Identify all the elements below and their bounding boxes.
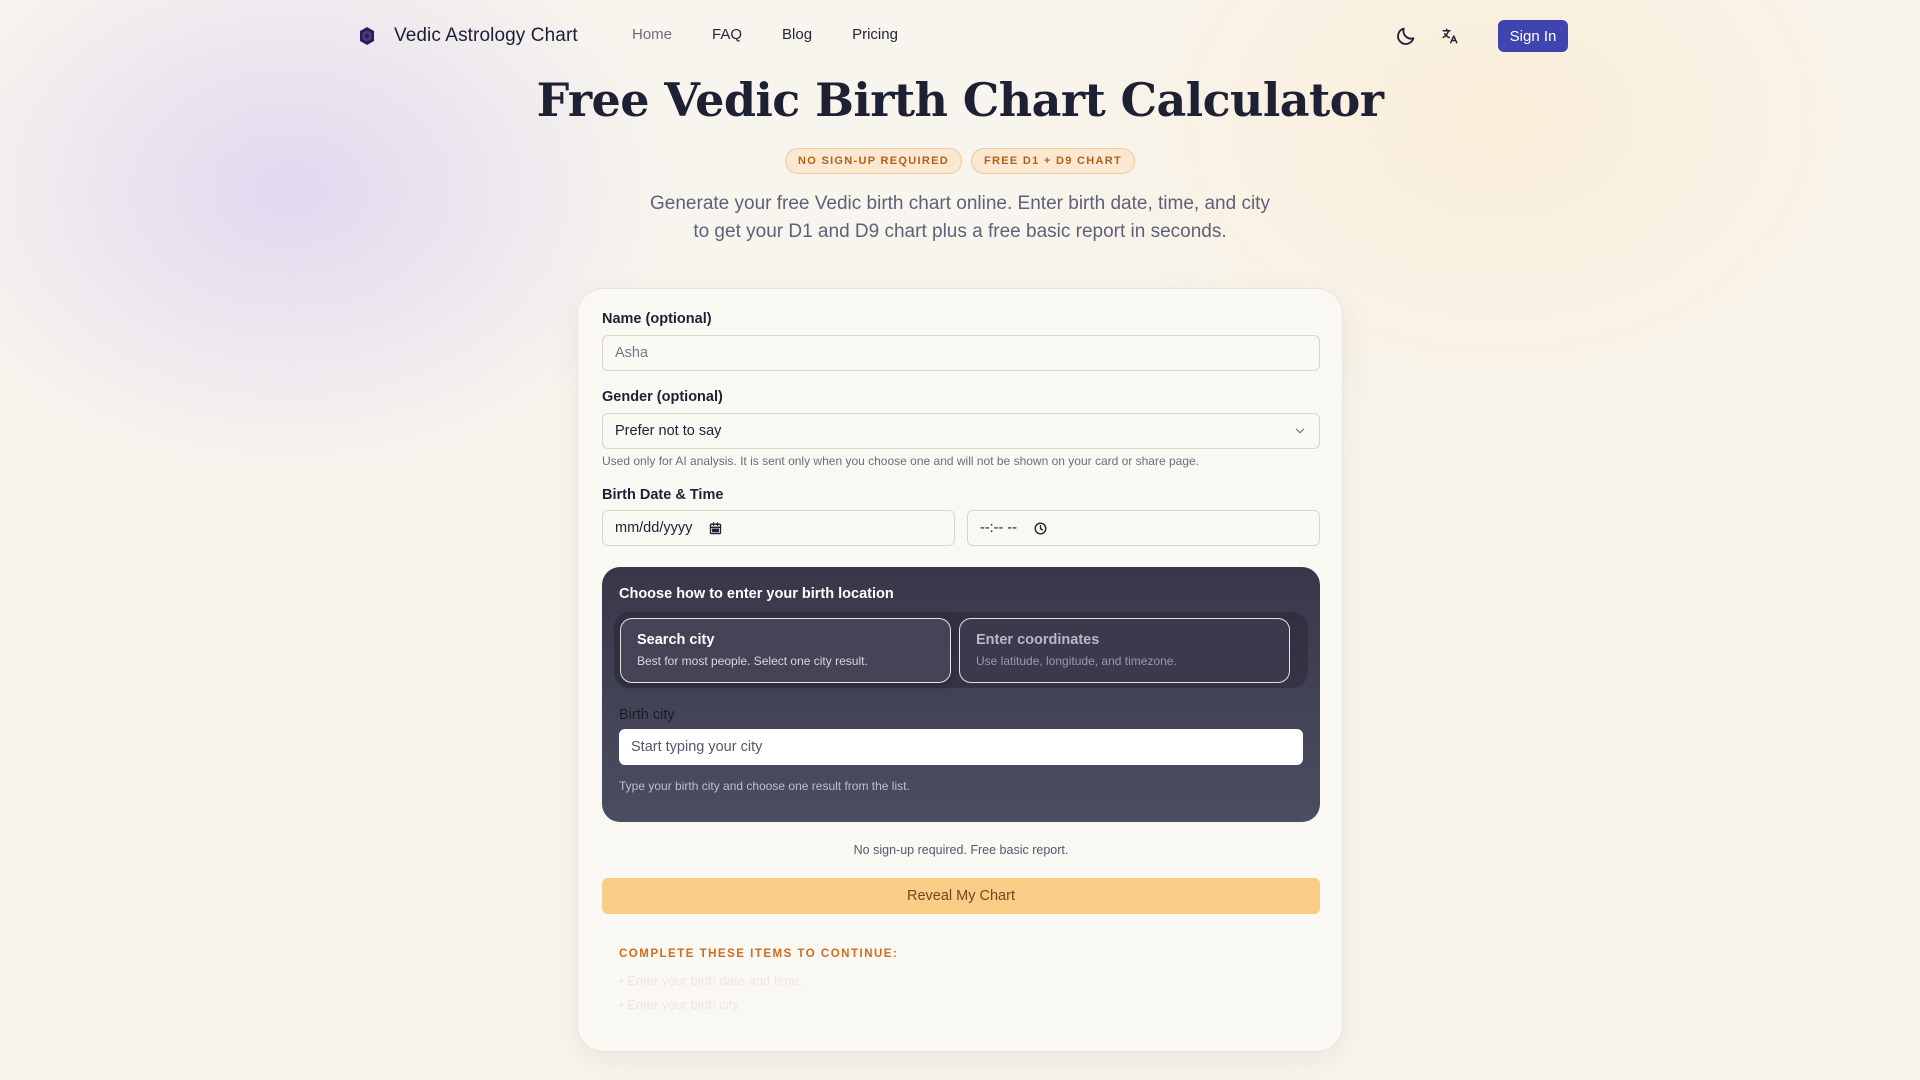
location-heading: Choose how to enter your birth location: [619, 586, 894, 602]
todo-item: • Enter your birth city.: [619, 997, 742, 1012]
page-title: Free Vedic Birth Chart Calculator: [536, 73, 1384, 127]
nav-link-pricing[interactable]: Pricing: [852, 26, 898, 43]
search-city-option[interactable]: Search city Best for most people. Select…: [620, 618, 951, 683]
birth-time-input[interactable]: --:-- --: [967, 510, 1320, 546]
nav-links: Home FAQ Blog Pricing: [632, 26, 898, 43]
badge-row: NO SIGN-UP REQUIRED FREE D1 + D9 CHART: [0, 148, 1920, 174]
todo-item: • Enter your birth date and time.: [619, 973, 803, 988]
search-city-option-title: Search city: [637, 632, 715, 648]
name-label: Name (optional): [602, 311, 712, 327]
brand[interactable]: Vedic Astrology Chart: [357, 25, 578, 47]
time-placeholder: --:-- --: [980, 520, 1018, 536]
calendar-icon[interactable]: [708, 521, 723, 536]
reveal-chart-button[interactable]: Reveal My Chart: [602, 878, 1320, 914]
birth-date-input[interactable]: mm/dd/yyyy: [602, 510, 955, 546]
gender-select-value: Prefer not to say: [615, 423, 722, 439]
birth-location-panel: Choose how to enter your birth location …: [602, 567, 1320, 822]
name-input[interactable]: Asha: [602, 335, 1320, 371]
nav-link-blog[interactable]: Blog: [782, 26, 812, 43]
logo-icon: [360, 27, 374, 45]
birth-city-label: Birth city: [619, 707, 675, 723]
theme-toggle-button[interactable]: [1392, 22, 1420, 50]
badge-no-signup: NO SIGN-UP REQUIRED: [784, 148, 962, 174]
page-subtitle: Generate your free Vedic birth chart onl…: [650, 193, 1270, 242]
birth-city-input[interactable]: Start typing your city: [619, 729, 1303, 765]
language-button[interactable]: [1436, 22, 1464, 50]
moon-icon: [1397, 27, 1415, 45]
gender-help-text: Used only for AI analysis. It is sent on…: [602, 454, 1200, 468]
chevron-down-icon: [1295, 428, 1305, 434]
enter-coordinates-option-title: Enter coordinates: [976, 632, 1100, 648]
enter-coordinates-option[interactable]: Enter coordinates Use latitude, longitud…: [959, 618, 1290, 683]
birth-city-help-text: Type your birth city and choose one resu…: [619, 779, 910, 793]
search-city-option-description: Best for most people. Select one city re…: [637, 654, 868, 668]
nav-link-faq[interactable]: FAQ: [712, 26, 742, 43]
date-placeholder: mm/dd/yyyy: [615, 520, 693, 536]
nav-link-home[interactable]: Home: [632, 26, 672, 43]
top-navigation: Vedic Astrology Chart Home FAQ Blog Pric…: [0, 0, 1920, 72]
clock-icon[interactable]: [1033, 521, 1048, 536]
birth-chart-form: Name (optional) Asha Gender (optional) P…: [577, 288, 1343, 1052]
enter-coordinates-option-description: Use latitude, longitude, and timezone.: [976, 654, 1177, 668]
gender-label: Gender (optional): [602, 389, 723, 405]
brand-name: Vedic Astrology Chart: [394, 25, 578, 46]
location-mode-toggle: Search city Best for most people. Select…: [614, 612, 1308, 688]
sign-in-button[interactable]: Sign In: [1498, 20, 1568, 52]
badge-free-chart: FREE D1 + D9 CHART: [971, 148, 1136, 174]
signup-note: No sign-up required. Free basic report.: [853, 843, 1069, 857]
gender-select[interactable]: Prefer not to say: [602, 413, 1320, 449]
translate-icon: [1442, 28, 1458, 44]
datetime-label: Birth Date & Time: [602, 487, 724, 503]
todo-title: COMPLETE THESE ITEMS TO CONTINUE:: [619, 948, 899, 960]
